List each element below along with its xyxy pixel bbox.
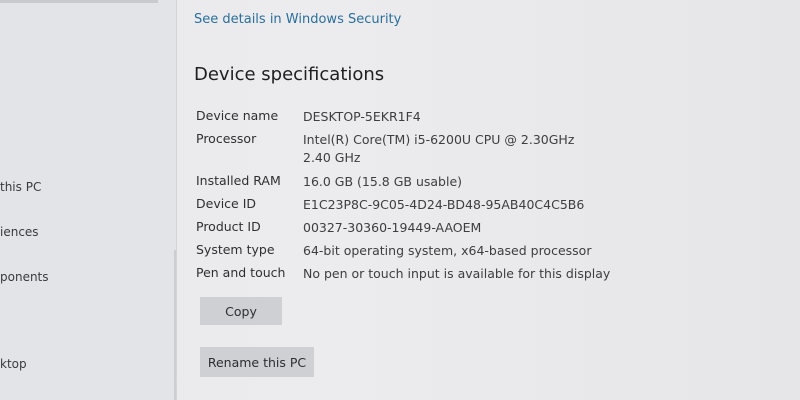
sidebar-item-components[interactable]: ponents [0, 270, 49, 284]
spec-row-product-id: Product ID 00327-30360-19449-AAOEM [196, 219, 796, 239]
spec-label: Product ID [196, 219, 261, 234]
spec-label: Device ID [196, 196, 257, 211]
spec-label: Pen and touch [196, 265, 286, 280]
sidebar-divider [0, 0, 158, 3]
spec-value: E1C23P8C-9C05-4D24-BD48-95AB40C4C5B6 [303, 197, 585, 212]
spec-value: 64-bit operating system, x64-based proce… [303, 243, 592, 258]
spec-row-device-id: Device ID E1C23P8C-9C05-4D24-BD48-95AB40… [196, 196, 796, 216]
sidebar-item-desktop[interactable]: ktop [0, 357, 27, 371]
spec-value: 16.0 GB (15.8 GB usable) [303, 174, 463, 189]
spec-value: 00327-30360-19449-AAOEM [303, 220, 482, 235]
spec-row-processor: Processor Intel(R) Core(TM) i5-6200U CPU… [196, 131, 796, 165]
spec-row-installed-ram: Installed RAM 16.0 GB (15.8 GB usable) [196, 173, 796, 193]
sidebar-item-experiences[interactable]: iences [0, 225, 39, 239]
main-content: See details in Windows Security Device s… [176, 0, 800, 400]
spec-label: Installed RAM [196, 173, 281, 188]
spec-label: System type [196, 242, 275, 257]
windows-security-link[interactable]: See details in Windows Security [194, 12, 401, 27]
rename-pc-button[interactable]: Rename this PC [200, 347, 314, 377]
spec-value: Intel(R) Core(TM) i5-6200U CPU @ 2.30GHz… [303, 132, 575, 165]
spec-label: Device name [196, 108, 279, 123]
sidebar-item-this-pc[interactable]: this PC [0, 180, 41, 194]
spec-value: No pen or touch input is available for t… [303, 266, 611, 281]
spec-row-device-name: Device name DESKTOP-5EKR1F4 [196, 108, 796, 128]
sidebar: this PC iences ponents ktop [0, 0, 177, 400]
spec-label: Processor [196, 131, 257, 146]
section-title: Device specifications [194, 64, 385, 85]
spec-value: DESKTOP-5EKR1F4 [303, 109, 421, 124]
copy-button[interactable]: Copy [200, 297, 282, 325]
spec-row-system-type: System type 64-bit operating system, x64… [196, 242, 796, 262]
spec-row-pen-and-touch: Pen and touch No pen or touch input is a… [196, 265, 796, 285]
